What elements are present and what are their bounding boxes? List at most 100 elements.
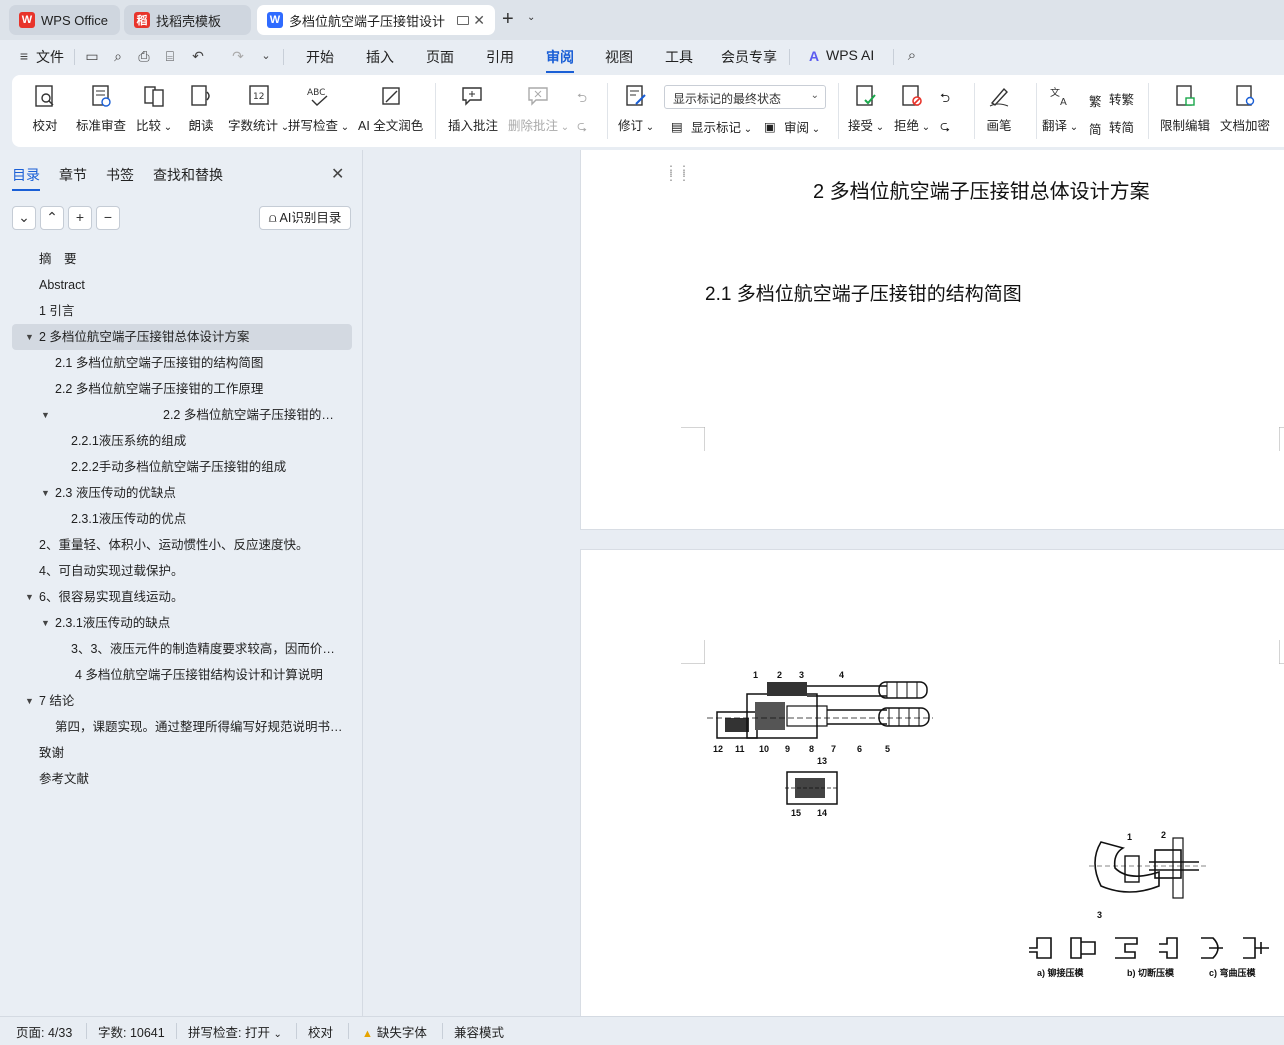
menu-insert[interactable]: 插入 — [366, 47, 394, 67]
more-chevron-icon[interactable]: ⌄ — [258, 48, 274, 64]
redo-icon[interactable]: ↷ — [230, 48, 246, 64]
tab-find-replace[interactable]: 查找和替换 — [153, 165, 223, 185]
document-page[interactable]: 1 2 3 4 12 11 10 9 8 7 6 5 13 15 14 1 2 … — [580, 549, 1284, 1016]
ai-polish-button[interactable]: AI 全文润色 — [358, 83, 423, 134]
expand-triangle-icon[interactable]: ▼ — [41, 480, 50, 506]
share-icon[interactable]: ⌕ — [110, 48, 126, 64]
tab-toc[interactable]: 目录 — [12, 165, 40, 191]
translate-button[interactable]: 文A 翻译 — [1042, 83, 1078, 134]
close-icon[interactable]: ✕ — [331, 164, 344, 184]
toc-item[interactable]: Abstract — [12, 272, 352, 298]
show-markup-button[interactable]: ▤ 显示标记 — [671, 117, 752, 136]
toc-item[interactable]: 参考文献 — [12, 766, 352, 792]
spell-check-status[interactable]: 拼写检查: 打开 ⌄ — [188, 1022, 282, 1041]
menu-page[interactable]: 页面 — [426, 47, 454, 67]
reject-button[interactable]: 拒绝 — [894, 83, 930, 134]
toc-item[interactable]: ▼ 7 结论 — [12, 688, 352, 714]
add-level-button[interactable]: + — [68, 206, 92, 230]
next-change-button[interactable]: ⮎ — [940, 117, 960, 133]
pen-button[interactable]: 画笔 — [986, 83, 1012, 134]
chevron-down-icon[interactable]: ⌄ — [527, 12, 535, 23]
document-page[interactable]: ⋮⋮ ⋮⋮ 2 多档位航空端子压接钳总体设计方案 2.1 多档位航空端子压接钳的结… — [580, 150, 1284, 530]
tab-wps-office[interactable]: W WPS Office — [9, 5, 120, 35]
toc-item[interactable]: 2.2 多档位航空端子压接钳的工作原理 — [12, 376, 352, 402]
doc-encrypt-button[interactable]: 文档加密 — [1220, 83, 1270, 134]
toc-item[interactable]: 致谢 — [12, 740, 352, 766]
print-icon[interactable]: ⎙ — [136, 48, 152, 64]
toc-item[interactable]: 2.3.1液压传动的优点 — [12, 506, 352, 532]
menu-wps-ai[interactable]: WPS AI — [826, 47, 874, 63]
accept-button[interactable]: 接受 — [848, 83, 884, 134]
track-changes-button[interactable]: 修订 — [618, 83, 654, 134]
search-icon[interactable]: ⌕ — [904, 48, 920, 64]
markup-state-select[interactable]: 显示标记的最终状态 ⌄ — [664, 85, 826, 109]
toc-item[interactable]: 摘 要 — [12, 246, 352, 272]
word-count-indicator[interactable]: 字数: 10641 — [98, 1022, 165, 1041]
remove-level-button[interactable]: − — [96, 206, 120, 230]
expand-triangle-icon[interactable]: ▼ — [41, 402, 50, 428]
toc-item[interactable]: ▼ 2.2 多档位航空端子压接钳的组成 — [12, 402, 352, 428]
toc-item[interactable]: ▼ 6、很容易实现直线运动。 — [12, 584, 352, 610]
menu-file[interactable]: 文件 — [36, 47, 64, 67]
page-indicator[interactable]: 页面: 4/33 — [16, 1022, 72, 1041]
toc-item[interactable]: 3、3、液压元件的制造精度要求较高，因而价格较贵 — [12, 636, 352, 662]
next-comment-button[interactable]: ⮎ — [577, 117, 597, 133]
print-preview-icon[interactable]: ⌸ — [162, 48, 178, 64]
expand-triangle-icon[interactable]: ▼ — [25, 688, 34, 714]
new-tab-icon[interactable]: + — [502, 9, 514, 29]
delete-comment-button[interactable]: 删除批注 — [508, 83, 569, 134]
expand-triangle-icon[interactable]: ▼ — [25, 324, 34, 350]
spell-check-button[interactable]: ABC 拼写检查 — [288, 83, 349, 134]
menu-tools[interactable]: 工具 — [665, 47, 693, 67]
toc-item[interactable]: ▼ 2.3 液压传动的优缺点 — [12, 480, 352, 506]
to-simplified-button[interactable]: 简 转简 — [1089, 117, 1134, 137]
toc-item[interactable]: 1 引言 — [12, 298, 352, 324]
wps-ai-icon: A — [808, 48, 820, 64]
prev-change-button[interactable]: ⮌ — [940, 89, 960, 105]
compat-mode-status: 兼容模式 — [454, 1026, 505, 1040]
drag-handle-icon[interactable]: ⋮⋮ ⋮⋮ — [665, 164, 691, 182]
missing-font-status[interactable]: ▲ 缺失字体 — [362, 1022, 427, 1041]
menu-home[interactable]: 开始 — [306, 47, 334, 67]
prev-comment-button[interactable]: ⮌ — [577, 89, 597, 105]
close-tab-icon[interactable]: ✕ — [473, 12, 485, 29]
menu-references[interactable]: 引用 — [486, 47, 514, 67]
hamburger-menu-icon[interactable]: ≡ — [16, 48, 32, 64]
undo-icon[interactable]: ↶ — [190, 48, 206, 64]
figure-label: 6 — [857, 744, 863, 754]
read-aloud-button[interactable]: 朗读 — [188, 83, 214, 134]
standard-review-button[interactable]: 标准审查 — [76, 83, 126, 134]
document-canvas[interactable]: ⋮⋮ ⋮⋮ 2 多档位航空端子压接钳总体设计方案 2.1 多档位航空端子压接钳的结… — [364, 150, 1284, 1016]
toc-item[interactable]: ▼ 2 多档位航空端子压接钳总体设计方案 — [12, 324, 352, 350]
toc-item[interactable]: 2.2.1液压系统的组成 — [12, 428, 352, 454]
collapse-up-button[interactable]: ⌃ — [40, 206, 64, 230]
insert-comment-button[interactable]: 插入批注 — [448, 83, 498, 134]
review-pane-button[interactable]: ▣ 审阅 — [764, 117, 820, 136]
tab-chapters[interactable]: 章节 — [59, 165, 87, 185]
ai-toc-button[interactable]: ⩍ AI识别目录 — [259, 206, 351, 230]
to-traditional-button[interactable]: 繁 转繁 — [1089, 89, 1134, 109]
restrict-edit-button[interactable]: 限制编辑 — [1160, 83, 1210, 134]
tab-bookmarks[interactable]: 书签 — [106, 165, 134, 185]
word-count-button[interactable]: 12 字数统计 — [228, 83, 289, 134]
menu-member[interactable]: 会员专享 — [721, 47, 777, 67]
toc-item[interactable]: 2.2.2手动多档位航空端子压接钳的组成 — [12, 454, 352, 480]
menu-view[interactable]: 视图 — [605, 47, 633, 67]
expand-down-button[interactable]: ⌄ — [12, 206, 36, 230]
monitor-icon[interactable] — [457, 15, 470, 25]
save-icon[interactable]: ▭ — [84, 48, 100, 64]
toc-item[interactable]: 2、重量轻、体积小、运动惯性小、反应速度快。 — [12, 532, 352, 558]
toc-item[interactable]: ▼ 2.3.1液压传动的缺点 — [12, 610, 352, 636]
compare-button[interactable]: 比较 — [136, 83, 172, 134]
toc-item[interactable]: 4 多档位航空端子压接钳结构设计和计算说明 — [12, 662, 352, 688]
proofread-button[interactable]: 校对 — [32, 83, 58, 134]
tab-template[interactable]: 稻 找稻壳模板 — [124, 5, 251, 35]
expand-triangle-icon[interactable]: ▼ — [41, 610, 50, 636]
menu-review[interactable]: 审阅 — [546, 47, 574, 73]
toc-item[interactable]: 2.1 多档位航空端子压接钳的结构简图 — [12, 350, 352, 376]
expand-triangle-icon[interactable]: ▼ — [25, 584, 34, 610]
tab-document[interactable]: W 多档位航空端子压接钳设计 ✕ — [257, 5, 495, 35]
proofread-status[interactable]: 校对 — [308, 1022, 333, 1041]
toc-item[interactable]: 第四，课题实现。通过整理所得编写好规范说明书及图纸 — [12, 714, 352, 740]
toc-item[interactable]: 4、可自动实现过载保护。 — [12, 558, 352, 584]
